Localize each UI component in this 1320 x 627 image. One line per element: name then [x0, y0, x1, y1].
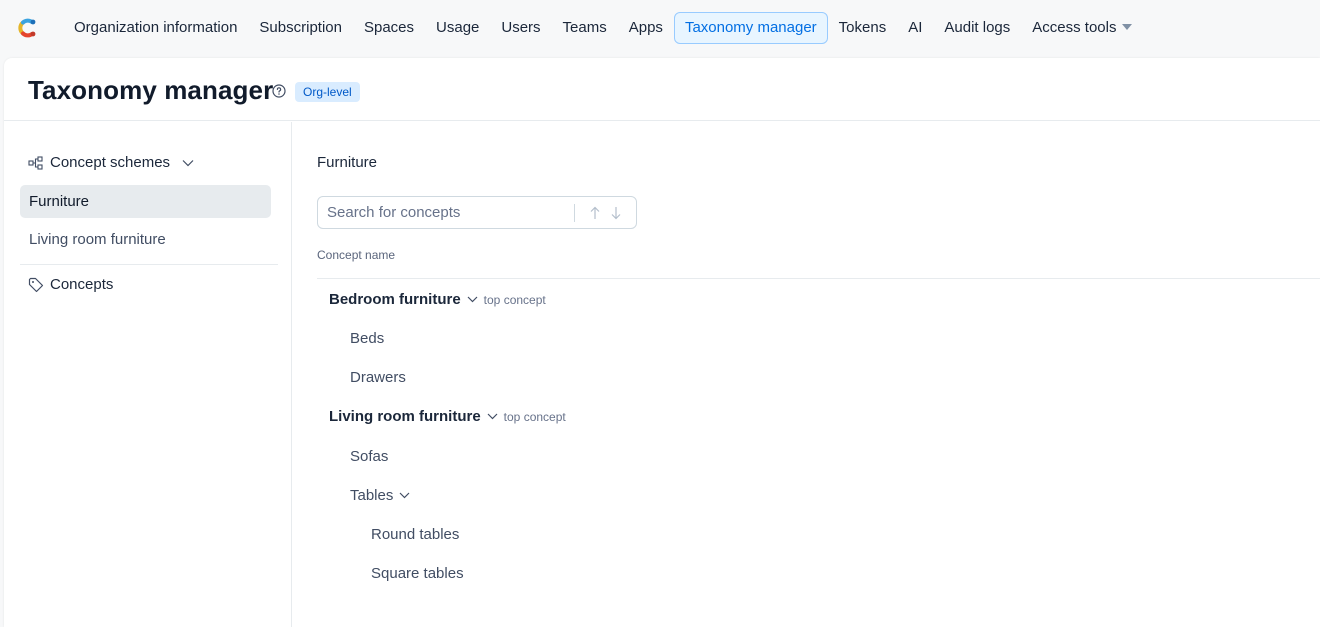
concept-schemes-label: Concept schemes [50, 154, 171, 171]
nav-access-tools[interactable]: Access tools [1021, 12, 1143, 44]
question-circle-icon[interactable] [272, 84, 286, 98]
chevron-down-icon[interactable] [467, 296, 478, 303]
nav-usage-label: Usage [436, 19, 480, 36]
nav-tokens[interactable]: Tokens [828, 12, 898, 44]
nav-organization-information-label: Organization information [74, 19, 238, 36]
nav-spaces-label: Spaces [363, 19, 415, 36]
concept-schemes-toggle[interactable]: Concept schemes [28, 154, 200, 171]
nav-usage[interactable]: Usage [425, 12, 490, 44]
hierarchy-icon [28, 155, 43, 170]
top-navigation: Organization information Subscription Spac… [0, 0, 1320, 56]
nav-subscription-label: Subscription [259, 19, 342, 36]
search-separator [574, 204, 575, 222]
concept-label: Living room furniture [329, 408, 481, 425]
nav-apps[interactable]: Apps [618, 12, 674, 44]
nav-audit-logs-label: Audit logs [944, 19, 1011, 36]
nav-users[interactable]: Users [490, 12, 551, 44]
concept-name-column-header: Concept name [317, 248, 396, 262]
top-concept-row[interactable]: Bedroom furniture top concept [329, 291, 546, 308]
nav-subscription[interactable]: Subscription [248, 12, 353, 44]
chevron-down-icon[interactable] [399, 492, 410, 499]
top-concept-row[interactable]: Living room furniture top concept [329, 408, 566, 425]
nav-spaces[interactable]: Spaces [353, 12, 425, 44]
page-title: Taxonomy manager [28, 75, 274, 105]
concept-row[interactable]: Round tables [371, 526, 459, 543]
sidebar-divider [20, 264, 278, 265]
concept-label: Round tables [371, 526, 460, 543]
nav-taxonomy-manager-label: Taxonomy manager [684, 19, 817, 36]
search-input[interactable] [327, 204, 567, 221]
concept-row[interactable]: Drawers [350, 369, 406, 386]
concept-label: Sofas [350, 448, 389, 465]
search-box [317, 196, 637, 229]
concept-row[interactable]: Sofas [350, 448, 388, 465]
sidebar: Concept schemes Furniture Living room fu… [4, 122, 292, 627]
nav-tabs: Organization information Subscription Spac… [63, 12, 1143, 44]
concepts-link[interactable]: Concepts [28, 276, 113, 293]
top-concept-tag: top concept [503, 409, 566, 424]
scheme-title: Furniture [317, 154, 378, 171]
concept-label: Beds [350, 330, 385, 347]
concept-label: Bedroom furniture [329, 291, 461, 308]
tag-icon [28, 277, 44, 292]
scheme-item-furniture[interactable]: Furniture [20, 185, 271, 218]
nav-apps-label: Apps [628, 19, 663, 36]
arrow-down-icon[interactable] [609, 205, 623, 221]
concept-row[interactable]: Square tables [371, 565, 464, 582]
nav-tokens-label: Tokens [838, 19, 887, 36]
nav-audit-logs[interactable]: Audit logs [933, 12, 1021, 44]
scheme-item-living-room-furniture[interactable]: Living room furniture [20, 223, 271, 256]
concepts-label: Concepts [50, 276, 114, 293]
org-level-badge: Org-level [295, 82, 360, 102]
concept-row[interactable]: Beds [350, 330, 384, 347]
nav-taxonomy-manager[interactable]: Taxonomy manager [673, 12, 828, 44]
main-panel: Taxonomy manager Org-level Concept schem… [4, 58, 1320, 627]
nav-organization-information[interactable]: Organization information [63, 12, 248, 44]
nav-users-label: Users [501, 19, 541, 36]
contentful-logo-icon[interactable] [14, 15, 40, 41]
top-concept-tag: top concept [483, 292, 546, 307]
concept-label: Drawers [350, 369, 406, 386]
nav-ai[interactable]: AI [897, 12, 933, 44]
page-header: Taxonomy manager Org-level [4, 58, 1320, 121]
caret-down-icon [1122, 24, 1133, 30]
arrow-up-icon[interactable] [588, 205, 602, 221]
nav-ai-label: AI [908, 19, 923, 36]
concept-label: Square tables [371, 565, 464, 582]
chevron-down-icon [182, 159, 194, 166]
nav-teams-label: Teams [562, 19, 607, 36]
concept-row[interactable]: Tables [350, 487, 416, 504]
chevron-down-icon[interactable] [487, 413, 498, 420]
column-divider [317, 278, 1320, 279]
nav-access-tools-label: Access tools [1032, 19, 1117, 36]
concept-label: Tables [350, 487, 394, 504]
nav-teams[interactable]: Teams [552, 12, 618, 44]
